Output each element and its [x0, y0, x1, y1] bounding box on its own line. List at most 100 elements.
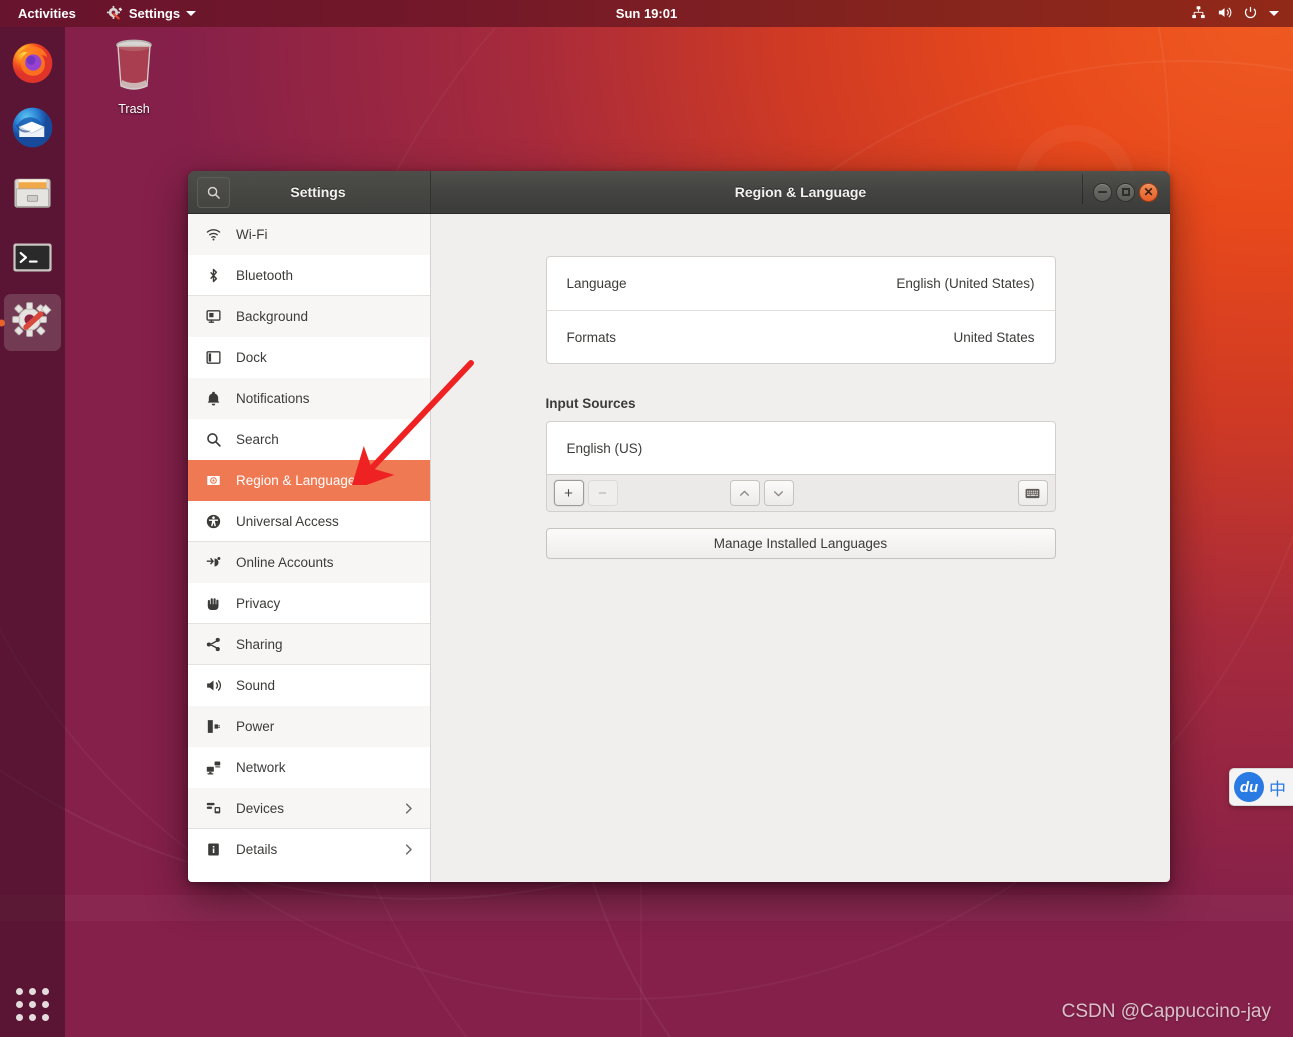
dock-item-terminal[interactable] — [4, 229, 61, 286]
input-sources-list: English (US) — [545, 421, 1056, 474]
sidebar-item-wi-fi[interactable]: Wi-Fi — [188, 214, 430, 255]
chevron-right-icon — [401, 842, 416, 857]
sidebar-item-label: Details — [236, 841, 278, 857]
volume-icon — [1217, 5, 1232, 23]
move-down-button[interactable] — [763, 480, 794, 506]
apps-grid-icon — [16, 987, 49, 1021]
sidebar-item-label: Background — [236, 308, 309, 324]
clock[interactable]: Sun 19:01 — [608, 3, 685, 24]
details-icon — [204, 840, 223, 859]
sidebar-header-title: Settings — [290, 184, 346, 200]
sidebar-item-label: Power — [236, 718, 275, 734]
wallpaper-streak — [0, 895, 1293, 921]
keyboard-icon — [1025, 488, 1040, 498]
app-menu-label: Settings — [128, 6, 181, 21]
sidebar-item-background[interactable]: Background — [188, 296, 430, 337]
sidebar-item-devices[interactable]: Devices — [188, 788, 430, 829]
sidebar-item-label: Wi-Fi — [236, 226, 268, 242]
remove-input-source-button[interactable]: − — [587, 480, 618, 506]
chevron-down-icon — [1269, 11, 1279, 16]
move-up-button[interactable] — [729, 480, 760, 506]
sidebar-item-bluetooth[interactable]: Bluetooth — [188, 255, 430, 296]
formats-row[interactable]: Formats United States — [546, 310, 1055, 363]
keyboard-preview-button[interactable] — [1017, 480, 1048, 506]
move-down-icon — [774, 490, 783, 496]
sidebar-item-label: Search — [236, 431, 279, 447]
sidebar-item-notifications[interactable]: Notifications — [188, 378, 430, 419]
settings-content: Language English (United States) Formats… — [431, 214, 1170, 882]
minimize-button[interactable] — [1093, 182, 1112, 202]
manage-installed-languages-button[interactable]: Manage Installed Languages — [545, 528, 1056, 559]
sidebar-item-label: Devices — [236, 800, 285, 816]
search-icon — [204, 430, 223, 449]
dock-item-thunderbird[interactable] — [4, 99, 61, 156]
sidebar-item-network[interactable]: Network — [188, 747, 430, 788]
settings-app-icon — [106, 5, 123, 22]
dock-item-files[interactable] — [4, 164, 61, 221]
bell-icon — [204, 389, 223, 408]
show-applications-button[interactable] — [0, 971, 65, 1037]
dock-item-firefox[interactable] — [4, 34, 61, 91]
language-formats-card: Language English (United States) Formats… — [545, 256, 1056, 364]
sidebar-item-label: Region & Language — [236, 472, 356, 488]
sidebar-item-sound[interactable]: Sound — [188, 665, 430, 706]
add-input-source-button[interactable]: + — [553, 480, 584, 506]
language-row[interactable]: Language English (United States) — [547, 257, 1055, 310]
language-value: English (United States) — [896, 276, 1035, 291]
thunderbird-icon — [12, 107, 53, 148]
sharing-icon — [204, 635, 223, 654]
sidebar-item-online-accounts[interactable]: Online Accounts — [188, 542, 430, 583]
desktop-icon-trash[interactable]: Trash — [97, 36, 171, 116]
sidebar-item-label: Universal Access — [236, 513, 339, 529]
sound-icon — [204, 676, 223, 695]
formats-label: Formats — [566, 329, 617, 345]
region-language-icon — [204, 471, 223, 490]
accessibility-icon — [204, 512, 223, 531]
close-button[interactable]: ✕ — [1139, 182, 1158, 202]
bluetooth-icon — [204, 266, 223, 285]
sidebar-item-sharing[interactable]: Sharing — [188, 624, 430, 665]
settings-icon — [12, 302, 52, 337]
language-label: Language — [566, 276, 627, 291]
sidebar-item-region-language[interactable]: Region & Language — [188, 460, 430, 501]
watermark: CSDN @Cappuccino-jay — [1061, 1001, 1271, 1022]
sidebar-item-search[interactable]: Search — [188, 419, 430, 460]
titlebar-left: Settings — [188, 171, 431, 213]
ime-mode-toggle[interactable]: 中 — [1269, 775, 1286, 800]
sidebar-item-label: Dock — [236, 349, 267, 365]
search-button[interactable] — [197, 176, 230, 208]
baidu-logo-icon[interactable]: du — [1234, 772, 1264, 802]
privacy-hand-icon — [204, 594, 223, 613]
dock-item-settings[interactable] — [4, 294, 61, 351]
sidebar-item-dock[interactable]: Dock — [188, 337, 430, 378]
sidebar-item-details[interactable]: Details — [188, 829, 430, 870]
wifi-icon — [204, 225, 223, 244]
input-source-item[interactable]: English (US) — [547, 422, 1055, 474]
trash-icon — [116, 39, 152, 90]
sidebar-item-label: Notifications — [236, 390, 310, 406]
network-icon — [204, 758, 223, 777]
files-icon — [14, 178, 51, 208]
app-menu-button[interactable]: Settings — [100, 2, 202, 25]
system-indicators[interactable] — [1185, 3, 1285, 25]
sidebar-item-label: Network — [236, 759, 286, 775]
dock — [0, 27, 65, 1037]
chevron-right-icon — [401, 801, 416, 816]
sidebar-item-privacy[interactable]: Privacy — [188, 583, 430, 624]
activities-button[interactable]: Activities — [10, 3, 84, 24]
chevron-down-icon — [186, 11, 197, 16]
sidebar-item-label: Bluetooth — [236, 267, 294, 283]
settings-window: Settings Region & Language ✕ Wi-Fi Bluet… — [188, 171, 1170, 882]
maximize-button[interactable] — [1116, 182, 1135, 202]
online-accounts-icon — [204, 553, 223, 572]
titlebar-right: Region & Language ✕ — [431, 171, 1170, 213]
sidebar-item-universal-access[interactable]: Universal Access — [188, 501, 430, 542]
formats-value: United States — [953, 329, 1035, 345]
ime-floating-bar: du 中 — [1229, 768, 1293, 806]
dock-icon — [204, 348, 223, 367]
search-icon — [207, 186, 220, 199]
terminal-icon — [13, 243, 52, 272]
sidebar-item-label: Privacy — [236, 595, 281, 611]
sidebar-item-power[interactable]: Power — [188, 706, 430, 747]
power-plug-icon — [204, 717, 223, 736]
